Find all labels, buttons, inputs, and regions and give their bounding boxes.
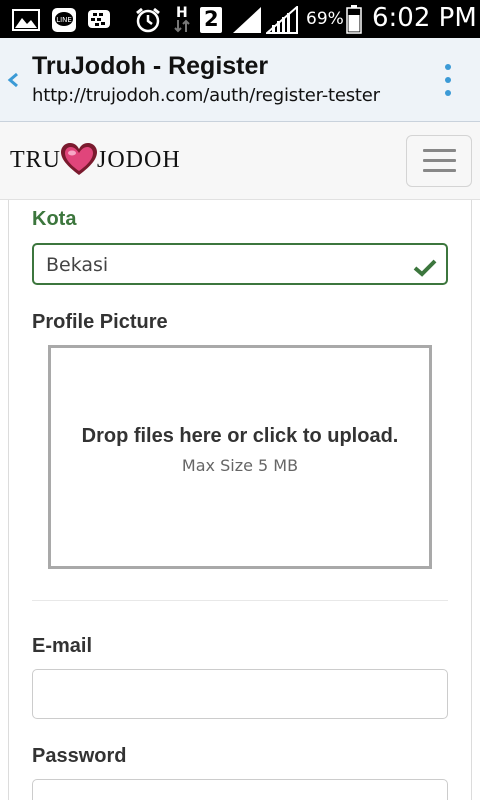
dropzone-max-size: Max Size 5 MB	[181, 456, 299, 475]
overflow-menu-button[interactable]	[436, 62, 460, 102]
check-icon	[413, 259, 437, 277]
battery-icon	[346, 5, 362, 34]
sim2-icon: 2	[200, 7, 222, 33]
logo-text-right: JODOH	[97, 146, 181, 173]
hamburger-bar	[423, 149, 456, 152]
line-app-icon: LINE	[52, 8, 76, 32]
hamburger-bar	[423, 169, 456, 172]
site-navbar: TRU JODOH	[0, 122, 480, 200]
logo-text-left: TRU	[10, 146, 61, 173]
dot	[445, 64, 451, 70]
alarm-icon	[136, 7, 160, 33]
page-title: TruJodoh - Register	[32, 52, 269, 80]
divider	[32, 600, 448, 601]
data-arrows-icon	[174, 19, 190, 33]
status-bar: LINE H 2 69% 6:02 PM	[0, 0, 480, 38]
site-logo[interactable]: TRU JODOH	[10, 142, 181, 178]
page-url: http://trujodoh.com/auth/register-tester	[32, 85, 380, 106]
signal-icon	[233, 7, 261, 33]
kota-value: Bekasi	[46, 254, 109, 276]
dot	[445, 90, 451, 96]
image-icon	[12, 9, 40, 31]
battery-percent: 69%	[306, 9, 344, 29]
svg-text:LINE: LINE	[56, 16, 72, 24]
kota-label: Kota	[32, 208, 77, 230]
sim-number: 2	[204, 7, 219, 31]
hamburger-bar	[423, 159, 456, 162]
password-field[interactable]	[32, 779, 448, 800]
browser-title-bar: TruJodoh - Register http://trujodoh.com/…	[0, 38, 480, 122]
nav-menu-button[interactable]	[406, 135, 472, 187]
email-label: E-mail	[32, 635, 93, 657]
chevron-left-icon[interactable]	[6, 60, 20, 100]
password-label: Password	[32, 745, 127, 767]
heart-icon	[61, 143, 97, 175]
bbm-icon	[88, 10, 110, 28]
hspa-data-icon: H	[174, 5, 190, 33]
profile-picture-dropzone[interactable]: Drop files here or click to upload. Max …	[48, 345, 432, 569]
signal-icon	[266, 6, 298, 34]
dropzone-message: Drop files here or click to upload.	[81, 425, 399, 447]
email-field[interactable]	[32, 669, 448, 719]
profile-picture-label: Profile Picture	[32, 311, 168, 333]
kota-field[interactable]: Bekasi	[32, 243, 448, 285]
clock: 6:02 PM	[372, 3, 477, 33]
dot	[445, 77, 451, 83]
